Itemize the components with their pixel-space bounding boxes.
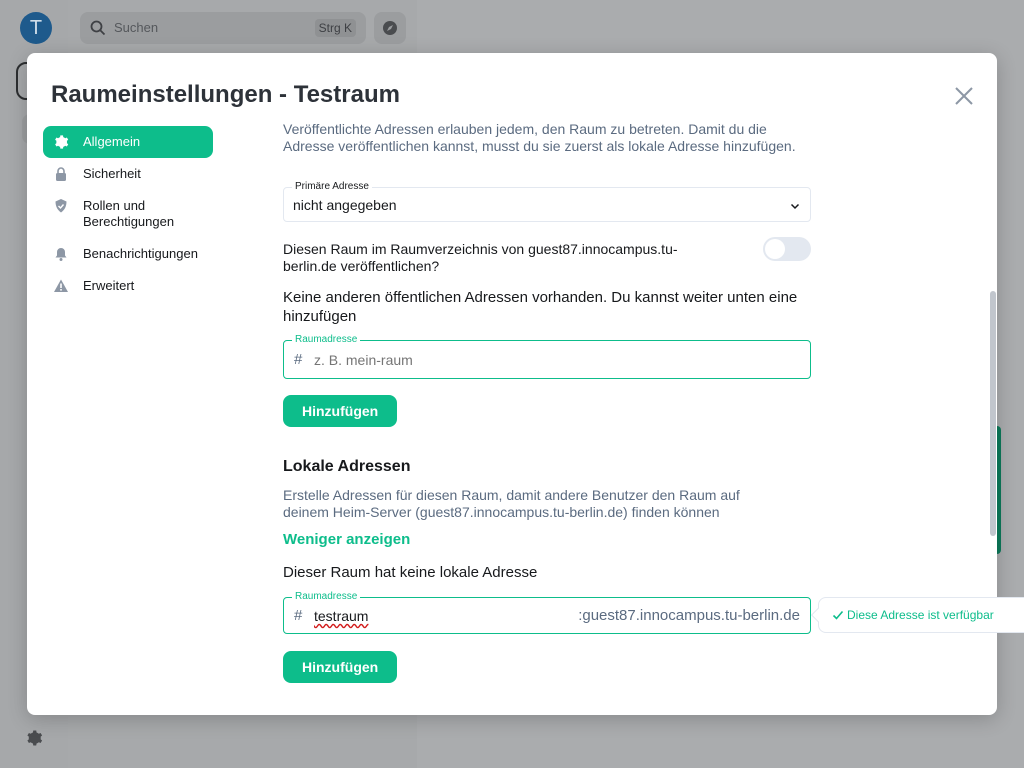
warning-icon bbox=[54, 279, 68, 292]
content-scrollbar[interactable] bbox=[990, 291, 996, 536]
toggle-knob bbox=[765, 239, 785, 259]
primary-address-label: Primäre Adresse bbox=[292, 181, 372, 193]
compass-icon bbox=[383, 21, 397, 35]
published-address-field[interactable]: Raumadresse # bbox=[283, 334, 811, 379]
quick-settings-icon[interactable] bbox=[24, 729, 44, 749]
tab-label: Sicherheit bbox=[83, 166, 141, 181]
bell-icon bbox=[55, 248, 67, 261]
hash-prefix: # bbox=[294, 607, 303, 624]
publish-directory-label: Diesen Raum im Raumverzeichnis von guest… bbox=[283, 241, 678, 274]
local-address-input[interactable]: testraum bbox=[314, 608, 368, 624]
tooltip-text: Diese Adresse ist verfügbar bbox=[847, 608, 994, 622]
tab-roles-permissions[interactable]: Rollen und Berechtigungen bbox=[43, 190, 213, 238]
add-local-address-button[interactable]: Hinzufügen bbox=[283, 651, 398, 683]
search-shortcut: Strg K bbox=[314, 19, 356, 37]
settings-tab-list: Allgemein Sicherheit Rollen und Berechti… bbox=[43, 126, 213, 302]
tab-label: Benachrichtigungen bbox=[83, 246, 198, 261]
local-address-domain-suffix: :guest87.innocampus.tu-berlin.de bbox=[578, 607, 800, 624]
published-address-input[interactable] bbox=[314, 350, 794, 370]
room-search[interactable]: Suchen Strg K bbox=[80, 12, 366, 44]
tab-label: Allgemein bbox=[83, 134, 141, 149]
close-icon[interactable] bbox=[953, 85, 975, 107]
shield-check-icon bbox=[55, 199, 67, 213]
show-less-link[interactable]: Weniger anzeigen bbox=[283, 531, 410, 548]
no-public-addresses-text: Keine anderen öffentlichen Adressen vorh… bbox=[283, 289, 798, 325]
primary-address-value: nicht angegeben bbox=[293, 197, 397, 213]
explore-rooms-button[interactable] bbox=[374, 12, 406, 44]
dialog-title: Raumeinstellungen - Testraum bbox=[51, 81, 400, 108]
chevron-down-icon bbox=[790, 203, 800, 210]
address-available-tooltip: Diese Adresse ist verfügbar bbox=[810, 597, 1024, 633]
tab-label: Rollen und Berechtigungen bbox=[83, 198, 175, 229]
gear-icon bbox=[55, 135, 69, 149]
primary-address-select[interactable]: Primäre Adresse nicht angegeben bbox=[283, 181, 811, 222]
local-address-label: Raumadresse bbox=[292, 591, 361, 603]
user-avatar[interactable]: T bbox=[20, 12, 52, 44]
tab-general[interactable]: Allgemein bbox=[43, 126, 213, 158]
lock-icon bbox=[56, 167, 66, 181]
local-addresses-description: Erstelle Adressen für diesen Raum, damit… bbox=[283, 487, 740, 520]
check-icon bbox=[832, 610, 844, 620]
published-addresses-description: Veröffentlichte Adressen erlauben jedem,… bbox=[283, 121, 796, 154]
tab-notifications[interactable]: Benachrichtigungen bbox=[43, 238, 213, 270]
local-addresses-heading: Lokale Adressen bbox=[283, 458, 411, 475]
tab-label: Erweitert bbox=[83, 278, 135, 293]
hash-prefix: # bbox=[294, 351, 303, 368]
settings-content: Veröffentlichte Adressen erlauben jedem,… bbox=[283, 118, 823, 715]
search-icon bbox=[90, 20, 106, 36]
local-address-field[interactable]: Raumadresse # testraum :guest87.innocamp… bbox=[283, 591, 811, 634]
publish-directory-toggle[interactable] bbox=[763, 237, 811, 261]
add-published-address-button[interactable]: Hinzufügen bbox=[283, 395, 398, 427]
tab-advanced[interactable]: Erweitert bbox=[43, 270, 213, 302]
published-address-label: Raumadresse bbox=[292, 334, 361, 346]
tab-security[interactable]: Sicherheit bbox=[43, 158, 213, 190]
no-local-address-text: Dieser Raum hat keine lokale Adresse bbox=[283, 564, 538, 581]
search-placeholder: Suchen bbox=[114, 20, 159, 35]
